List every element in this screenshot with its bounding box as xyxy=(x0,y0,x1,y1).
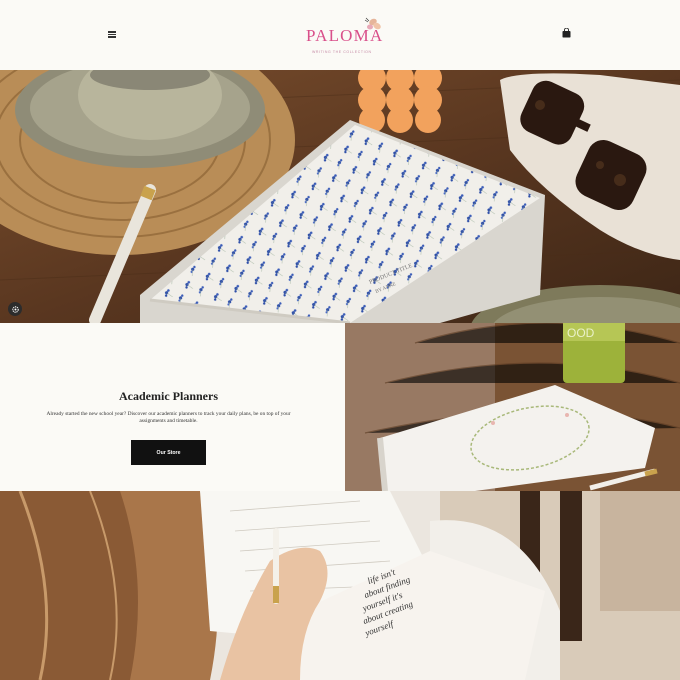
our-store-button[interactable]: Our Store xyxy=(131,440,206,465)
site-header: PALOMA WRITING THE COLLECTION xyxy=(0,0,680,70)
gear-icon xyxy=(11,305,19,313)
feature-section: Academic Planners Already started the ne… xyxy=(0,323,345,491)
logo[interactable]: PALOMA WRITING THE COLLECTION xyxy=(300,16,390,56)
svg-text:OOD: OOD xyxy=(567,326,595,340)
menu-icon[interactable] xyxy=(108,29,120,39)
feature-title: Academic Planners xyxy=(119,389,218,403)
lifestyle-image: life isn't about finding yourself it's a… xyxy=(0,491,680,680)
hero-image: PRODUCT TITLE BY ANNE xyxy=(0,70,680,323)
shopping-bag-icon[interactable] xyxy=(562,28,571,38)
feature-description: Already started the new school year? Dis… xyxy=(46,411,291,425)
feature-image: OOD xyxy=(345,323,680,491)
flower-icon xyxy=(364,17,381,30)
logo-tagline: WRITING THE COLLECTION xyxy=(312,50,372,54)
settings-button[interactable] xyxy=(8,302,22,316)
